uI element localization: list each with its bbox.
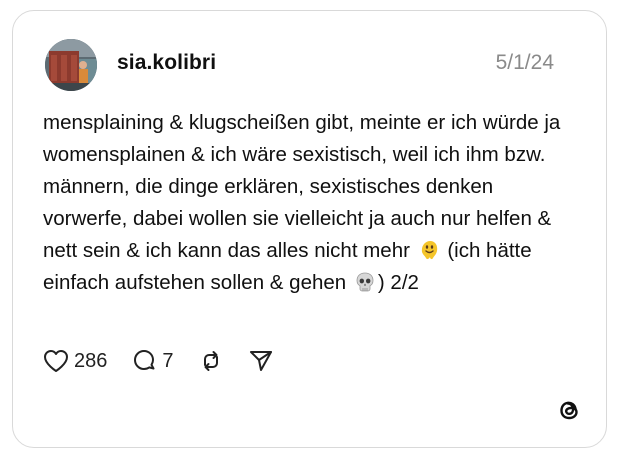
like-count: 286 [74,349,108,372]
threads-logo-icon[interactable] [554,395,584,425]
share-icon [248,348,274,374]
repost-icon [198,348,224,374]
post-body: mensplaining & klugscheißen gibt, meinte… [43,107,583,299]
like-button[interactable]: 286 [43,349,107,373]
skull-emoji [354,271,376,293]
comment-icon [131,348,157,374]
post-text-part-3: ) 2/2 [377,271,419,294]
username[interactable]: sia.kolibri [117,51,216,75]
post-date: 5/1/24 [495,51,554,74]
reply-button[interactable]: 7 [131,348,174,374]
repost-button[interactable] [198,348,224,374]
share-button[interactable] [248,348,274,374]
post-card: sia.kolibri 5/1/24 mensplaining & klugsc… [12,10,607,448]
action-bar: 286 7 [43,346,298,376]
melting-face-emoji [418,239,440,261]
reply-count: 7 [162,349,174,372]
avatar[interactable] [45,39,97,91]
heart-icon [43,349,69,373]
